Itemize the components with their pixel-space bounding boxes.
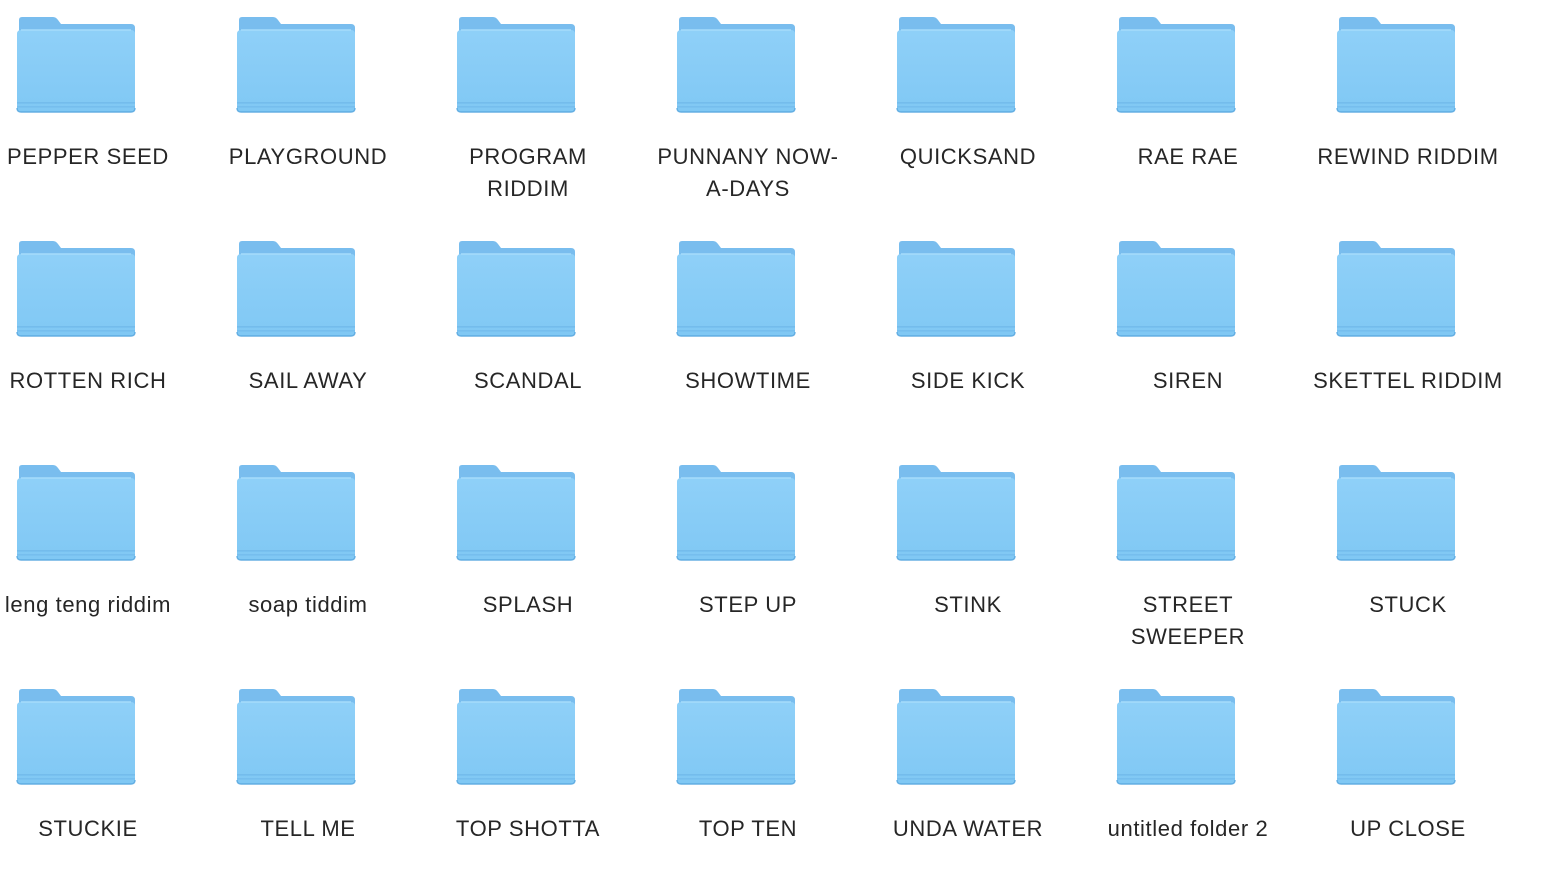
folder-item[interactable]: soap tiddim: [208, 448, 408, 658]
folder-icon: [455, 16, 577, 114]
folder-label: QUICKSAND: [899, 144, 1037, 169]
folder-icon: [235, 464, 357, 562]
folder-label: PROGRAM RIDDIM: [469, 144, 587, 201]
folder-icon: [1115, 688, 1237, 786]
folder-label: untitled folder 2: [1107, 816, 1269, 841]
folder-item[interactable]: RAE RAE: [1088, 0, 1288, 210]
folder-icon: [235, 688, 357, 786]
folder-item[interactable]: STINK: [868, 448, 1068, 658]
folder-item[interactable]: UP CLOSE: [1308, 672, 1508, 882]
folder-item[interactable]: TELL ME: [208, 672, 408, 882]
folder-label: SCANDAL: [473, 368, 583, 393]
folder-item[interactable]: REWIND RIDDIM: [1308, 0, 1508, 210]
folder-label: UNDA WATER: [892, 816, 1044, 841]
folder-item[interactable]: PEPPER SEED: [0, 0, 188, 210]
folder-label: UP CLOSE: [1350, 816, 1466, 841]
folder-icon: [895, 16, 1017, 114]
folder-label: TOP TEN: [698, 816, 798, 841]
folder-label: TELL ME: [260, 816, 356, 841]
folder-icon: [15, 16, 137, 114]
folder-item[interactable]: PROGRAM RIDDIM: [428, 0, 628, 210]
folder-label: SHOWTIME: [685, 368, 811, 393]
folder-icon: [455, 464, 577, 562]
folder-label: REWIND RIDDIM: [1317, 144, 1499, 169]
folder-icon: [1335, 16, 1457, 114]
folder-item[interactable]: UNDA WATER: [868, 672, 1068, 882]
folder-item[interactable]: STEP UP: [648, 448, 848, 658]
folder-label: STUCK: [1369, 592, 1447, 617]
folder-icon: [1115, 240, 1237, 338]
folder-label: SIDE KICK: [910, 368, 1026, 393]
folder-item[interactable]: leng teng riddim: [0, 448, 188, 658]
folder-label: STUCKIE: [38, 816, 138, 841]
folder-label: SPLASH: [482, 592, 574, 617]
folder-label: soap tiddim: [248, 592, 368, 617]
folder-icon: [675, 688, 797, 786]
folder-icon: [675, 16, 797, 114]
folder-icon: [1335, 688, 1457, 786]
folder-item[interactable]: SKETTEL RIDDIM: [1308, 224, 1508, 434]
folder-item[interactable]: PUNNANY NOW-A-DAYS: [648, 0, 848, 210]
folder-label: SAIL AWAY: [248, 368, 368, 393]
folder-label: SIREN: [1152, 368, 1224, 393]
folder-item[interactable]: ROTTEN RICH: [0, 224, 188, 434]
folder-icon: [895, 240, 1017, 338]
folder-label: STREET SWEEPER: [1130, 592, 1246, 649]
folder-icon: [455, 240, 577, 338]
folder-grid: PEPPER SEED PLAYGROUND PROGRAM RIDDIM PU…: [0, 0, 1554, 874]
folder-item[interactable]: untitled folder 2: [1088, 672, 1288, 882]
folder-label: PLAYGROUND: [228, 144, 388, 169]
folder-icon: [675, 464, 797, 562]
folder-item[interactable]: SIDE KICK: [868, 224, 1068, 434]
folder-label: STINK: [934, 592, 1002, 617]
folder-icon: [235, 240, 357, 338]
folder-icon: [1335, 464, 1457, 562]
folder-item[interactable]: SCANDAL: [428, 224, 628, 434]
folder-item[interactable]: SIREN: [1088, 224, 1288, 434]
folder-icon: [1115, 16, 1237, 114]
folder-item[interactable]: PLAYGROUND: [208, 0, 408, 210]
folder-icon: [15, 240, 137, 338]
folder-label: PEPPER SEED: [7, 144, 169, 169]
folder-item[interactable]: SAIL AWAY: [208, 224, 408, 434]
folder-icon: [15, 464, 137, 562]
folder-label: TOP SHOTTA: [455, 816, 601, 841]
folder-item[interactable]: SPLASH: [428, 448, 628, 658]
folder-icon: [895, 464, 1017, 562]
folder-item[interactable]: QUICKSAND: [868, 0, 1068, 210]
folder-item[interactable]: STUCK: [1308, 448, 1508, 658]
folder-icon: [675, 240, 797, 338]
folder-icon: [455, 688, 577, 786]
folder-icon: [235, 16, 357, 114]
folder-label: PUNNANY NOW-A-DAYS: [657, 144, 839, 201]
folder-label: RAE RAE: [1137, 144, 1239, 169]
folder-label: leng teng riddim: [4, 592, 172, 617]
folder-label: ROTTEN RICH: [9, 368, 167, 393]
folder-item[interactable]: STREET SWEEPER: [1088, 448, 1288, 658]
folder-icon: [15, 688, 137, 786]
folder-icon: [895, 688, 1017, 786]
folder-label: SKETTEL RIDDIM: [1313, 368, 1503, 393]
folder-icon: [1115, 464, 1237, 562]
folder-item[interactable]: STUCKIE: [0, 672, 188, 882]
folder-item[interactable]: TOP SHOTTA: [428, 672, 628, 882]
folder-icon: [1335, 240, 1457, 338]
folder-item[interactable]: SHOWTIME: [648, 224, 848, 434]
folder-item[interactable]: TOP TEN: [648, 672, 848, 882]
folder-label: STEP UP: [699, 592, 797, 617]
